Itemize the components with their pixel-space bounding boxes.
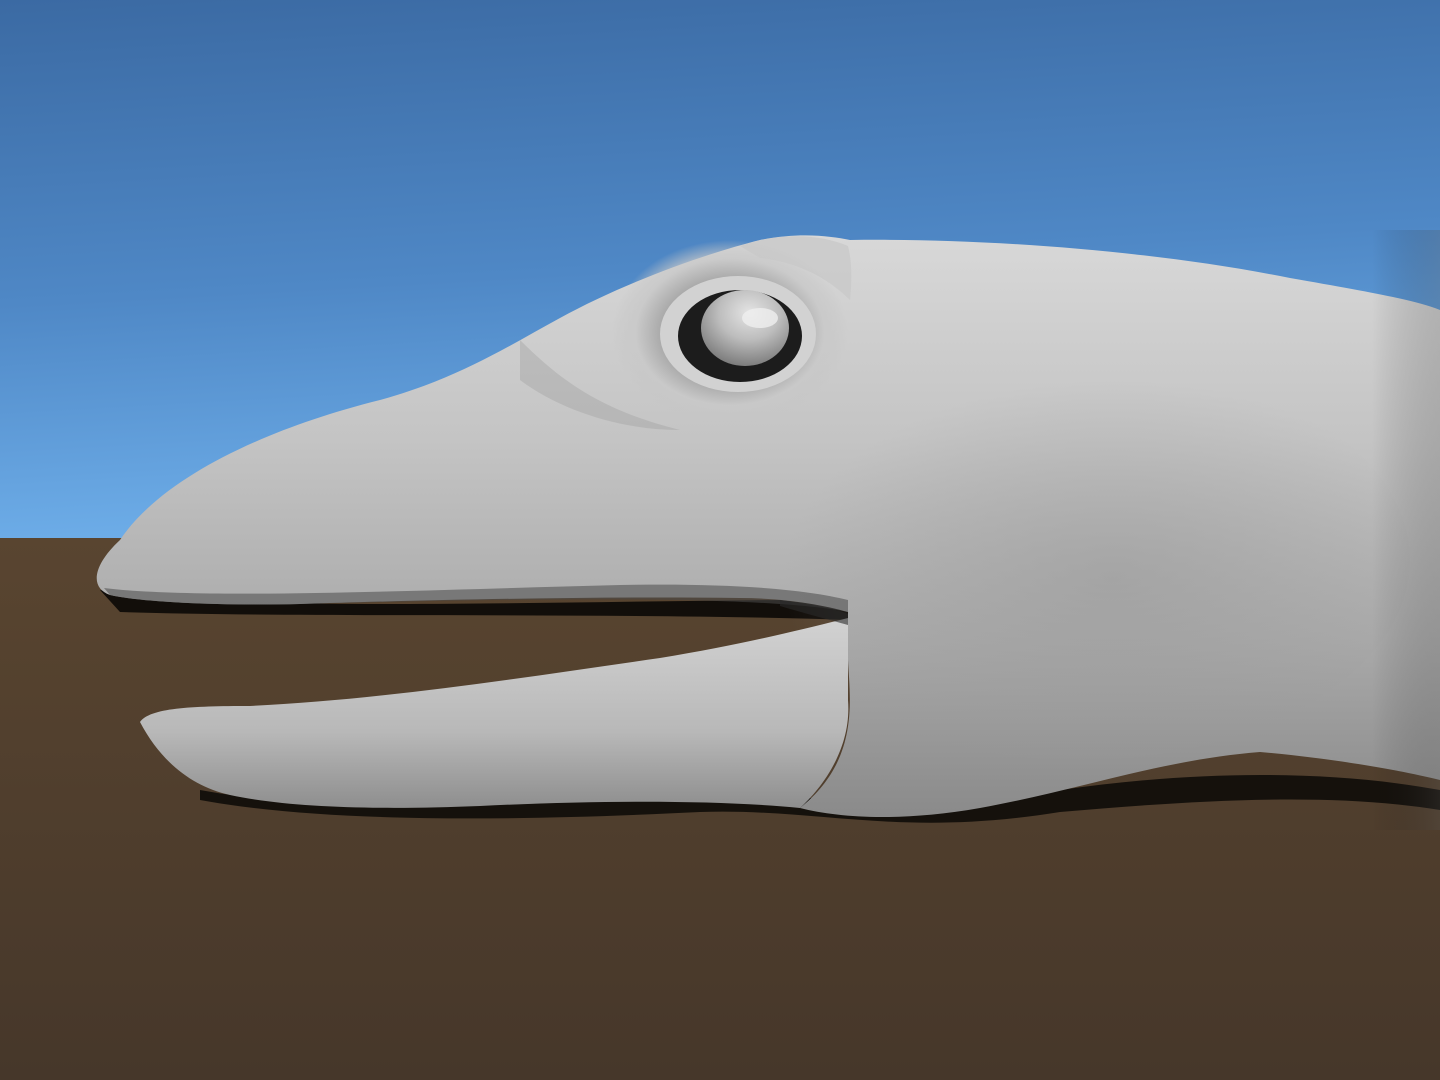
right-edge-shading bbox=[1100, 230, 1440, 830]
eyeball bbox=[701, 290, 789, 366]
render-canvas bbox=[0, 0, 1440, 1080]
eye-highlight bbox=[742, 308, 778, 328]
render-viewport bbox=[0, 0, 1440, 1080]
